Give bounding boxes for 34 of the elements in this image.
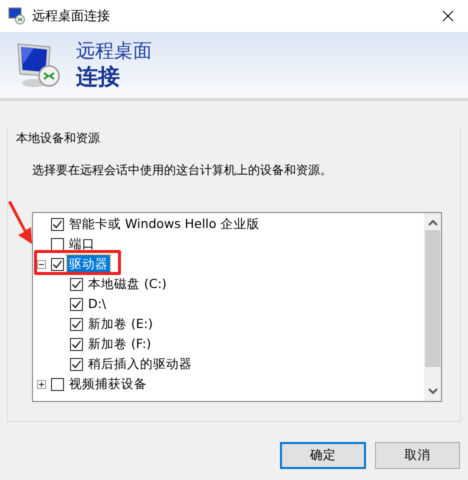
checkbox[interactable] [51, 238, 64, 250]
window-title: 远程桌面连接 [32, 8, 111, 25]
scrollbar[interactable] [424, 213, 441, 401]
header-title: 远程桌面 [76, 39, 152, 64]
checkbox[interactable] [51, 378, 64, 390]
close-icon [442, 10, 454, 22]
tree-item[interactable]: 视频捕获设备 [67, 375, 149, 393]
expand-icon[interactable] [37, 380, 46, 388]
checkbox[interactable] [70, 358, 83, 370]
cancel-button[interactable]: 取消 [375, 442, 460, 469]
tree-item[interactable]: 新加卷 (E:) [86, 315, 155, 333]
scroll-up-icon[interactable] [428, 219, 438, 227]
tree-item[interactable]: 智能卡或 Windows Hello 企业版 [67, 215, 262, 233]
checkbox[interactable] [51, 218, 64, 230]
ok-button[interactable]: 确定 [280, 442, 366, 469]
tree-item[interactable]: 本地磁盘 (C:) [86, 275, 169, 293]
checkbox[interactable] [51, 258, 64, 270]
checkbox[interactable] [70, 298, 83, 310]
description-text: 选择要在远程会话中使用的这台计算机上的设备和资源。 [32, 162, 332, 179]
checkbox[interactable] [70, 338, 83, 350]
tree-item[interactable]: 端口 [67, 235, 97, 253]
tree-item[interactable]: 新加卷 (F:) [86, 335, 154, 353]
checkbox[interactable] [70, 318, 83, 330]
checkbox[interactable] [70, 278, 83, 290]
monitor-icon [8, 7, 26, 25]
group-title: 本地设备和资源 [16, 130, 100, 147]
collapse-icon[interactable] [37, 260, 46, 268]
device-tree[interactable]: 智能卡或 Windows Hello 企业版 端口 驱动器 本地磁盘 (C:) D:\ 新加卷 (E:) 新加卷 (F:) 稍后插入的驱动器 视频捕获设备 [32, 212, 442, 402]
tree-item[interactable]: 稍后插入的驱动器 [86, 355, 194, 373]
tree-item[interactable]: 驱动器 [67, 255, 110, 273]
header-subtitle: 连接 [76, 64, 121, 92]
arrow-icon [6, 200, 34, 246]
tree-item[interactable]: D:\ [86, 295, 108, 313]
scroll-down-icon[interactable] [428, 387, 438, 395]
